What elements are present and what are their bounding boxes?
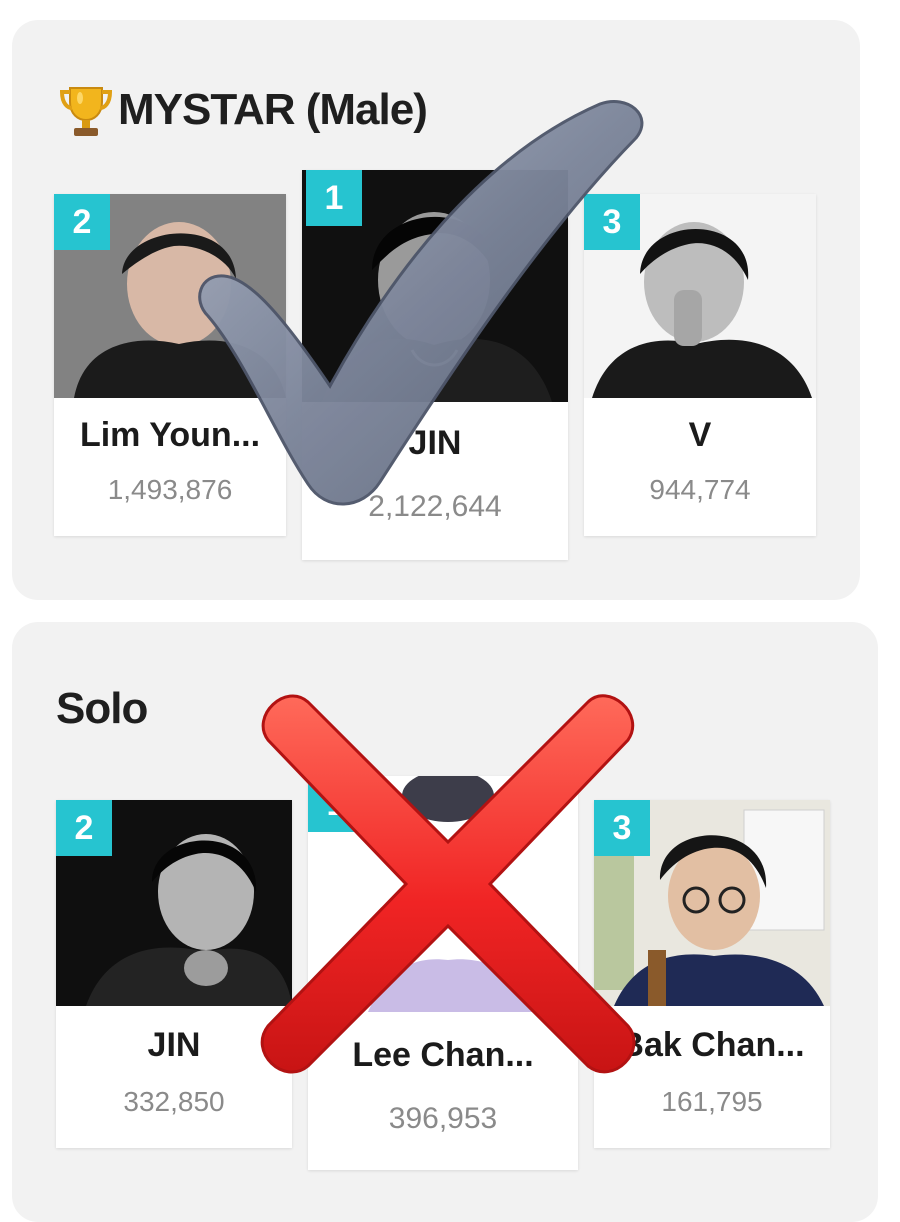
rank-badge: 1 — [306, 170, 362, 226]
artist-name: JIN — [147, 1026, 201, 1064]
vote-count: 2,122,644 — [368, 490, 502, 523]
rank-badge: 2 — [54, 194, 110, 250]
vote-count: 944,774 — [649, 474, 751, 505]
trophy-icon — [56, 80, 116, 140]
vote-count: 1,493,876 — [107, 474, 233, 505]
vote-count: 396,953 — [388, 1102, 498, 1135]
artist-name: V — [688, 416, 712, 454]
rank-badge: 3 — [594, 800, 650, 856]
mystar-section-title: MYSTAR (Male) — [56, 80, 428, 140]
ranking-card[interactable]: 1 Lee Chan... 396,953 — [308, 776, 578, 1170]
ranking-card[interactable]: 2 Lim Youn... 1,493,876 — [54, 194, 286, 536]
ranking-card[interactable]: 3 V 944,774 — [584, 194, 816, 536]
vote-count: 332,850 — [123, 1086, 225, 1117]
artist-name: Bak Chan... — [619, 1026, 805, 1064]
rank-badge: 2 — [56, 800, 112, 856]
ranking-card[interactable]: 1 JIN 2,122,644 — [302, 170, 568, 560]
ranking-card[interactable]: 2 JIN 332,850 — [56, 800, 292, 1148]
rank-badge: 3 — [584, 194, 640, 250]
artist-name: JIN — [408, 424, 462, 462]
solo-section-title: Solo — [56, 684, 148, 733]
ranking-card[interactable]: 3 Bak Chan... 161,795 — [594, 800, 830, 1148]
vote-count: 161,795 — [661, 1086, 763, 1117]
artist-name: Lee Chan... — [352, 1036, 534, 1074]
artist-name: Lim Youn... — [79, 416, 261, 454]
rank-badge: 1 — [308, 776, 364, 832]
mystar-title-text: MYSTAR (Male) — [118, 85, 428, 134]
